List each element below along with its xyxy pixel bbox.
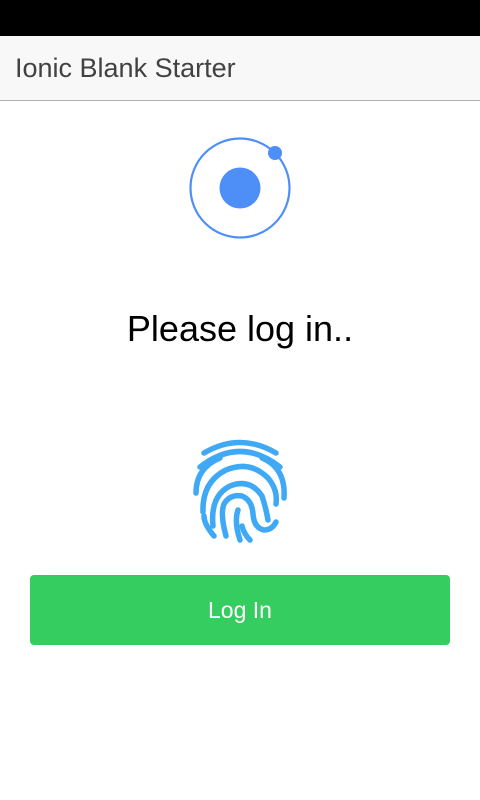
ionic-logo-icon [189,137,291,239]
toolbar: Ionic Blank Starter [0,36,480,101]
login-heading: Please log in.. [126,308,354,349]
fingerprint-icon[interactable] [190,438,290,544]
main-content: Please log in.. Log In [0,101,480,800]
login-button[interactable]: Log In [30,575,450,645]
page-title: Ionic Blank Starter [15,53,236,83]
status-bar [0,0,480,36]
